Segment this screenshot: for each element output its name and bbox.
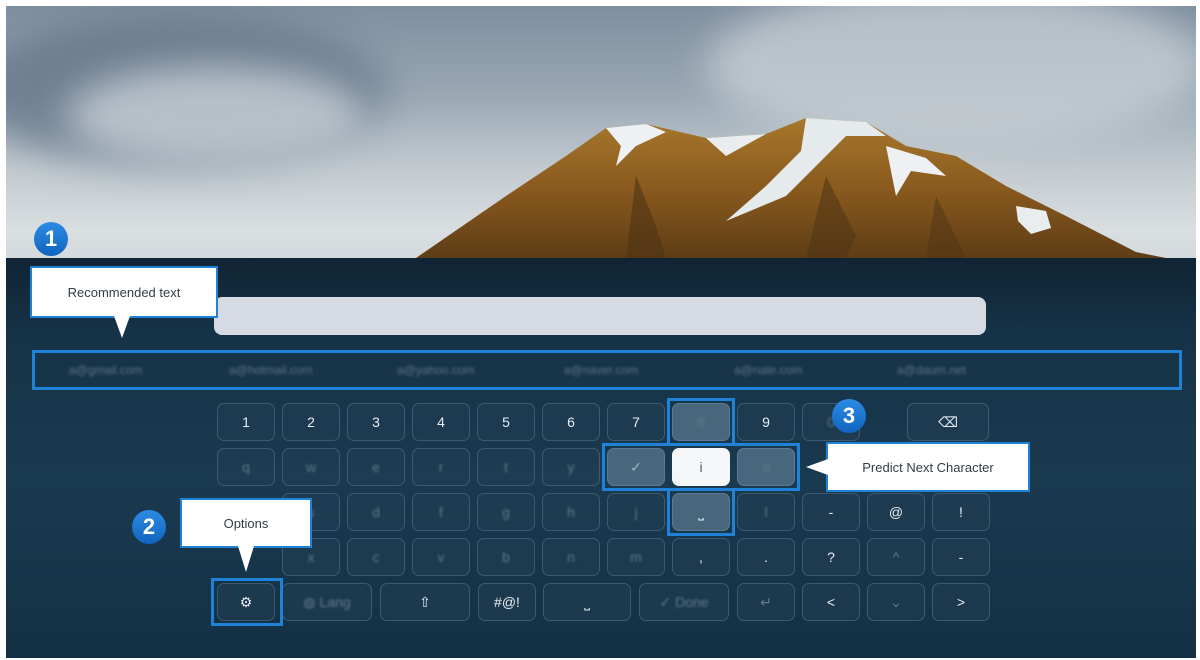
shift-key[interactable]: ⇧ <box>380 583 470 621</box>
globe-icon: ◍ <box>303 593 320 610</box>
key-w[interactable]: w <box>282 448 340 486</box>
backspace-key[interactable]: ⌫ <box>907 403 989 441</box>
language-key[interactable]: ◍ Lang <box>282 583 372 621</box>
options-callout: Options <box>180 498 312 548</box>
prediction-highlight-up <box>667 398 735 446</box>
key-v[interactable]: v <box>412 538 470 576</box>
callout-badge-3: 3 <box>832 399 866 433</box>
recommended-item[interactable]: a@gmail.com <box>69 363 143 377</box>
key-d[interactable]: d <box>347 493 405 531</box>
callout-badge-1: 1 <box>34 222 68 256</box>
recommended-text-bar: a@gmail.com a@hotmail.com a@yahoo.com a@… <box>32 350 1182 390</box>
done-key[interactable]: ✓ Done <box>639 583 729 621</box>
key-r[interactable]: r <box>412 448 470 486</box>
key-c[interactable]: c <box>347 538 405 576</box>
key-exclamation[interactable]: ! <box>932 493 990 531</box>
prediction-highlight-down <box>667 488 735 536</box>
predict-next-character-callout: Predict Next Character <box>826 442 1030 492</box>
key-2[interactable]: 2 <box>282 403 340 441</box>
key-h[interactable]: h <box>542 493 600 531</box>
key-f[interactable]: f <box>412 493 470 531</box>
prediction-highlight-row <box>602 443 800 491</box>
callout-badge-2: 2 <box>132 510 166 544</box>
down-arrow-key[interactable]: ⌄ <box>867 583 925 621</box>
key-6[interactable]: 6 <box>542 403 600 441</box>
key-4[interactable]: 4 <box>412 403 470 441</box>
key-t[interactable]: t <box>477 448 535 486</box>
key-j[interactable]: j <box>607 493 665 531</box>
options-highlight <box>211 578 283 626</box>
key-g[interactable]: g <box>477 493 535 531</box>
right-arrow-key[interactable]: > <box>932 583 990 621</box>
recommended-text-callout: Recommended text <box>30 266 218 318</box>
left-arrow-key[interactable]: < <box>802 583 860 621</box>
key-caret[interactable]: ^ <box>867 538 925 576</box>
space-key[interactable]: ⎵ <box>543 583 631 621</box>
key-dash[interactable]: - <box>802 493 860 531</box>
key-q[interactable]: q <box>217 448 275 486</box>
enter-key[interactable]: ↵ <box>737 583 795 621</box>
symbols-key[interactable]: #@! <box>478 583 536 621</box>
callout-pointer <box>238 546 254 572</box>
key-3[interactable]: 3 <box>347 403 405 441</box>
recommended-item[interactable]: a@yahoo.com <box>397 363 475 377</box>
key-5[interactable]: 5 <box>477 403 535 441</box>
key-e[interactable]: e <box>347 448 405 486</box>
recommended-item[interactable]: a@hotmail.com <box>229 363 313 377</box>
key-y[interactable]: y <box>542 448 600 486</box>
recommended-item[interactable]: a@daum.net <box>897 363 966 377</box>
key-7[interactable]: 7 <box>607 403 665 441</box>
recommended-item[interactable]: a@naver.com <box>564 363 638 377</box>
key-l[interactable]: l <box>737 493 795 531</box>
key-1[interactable]: 1 <box>217 403 275 441</box>
key-at[interactable]: @ <box>867 493 925 531</box>
callout-pointer <box>806 459 828 475</box>
text-input-field[interactable] <box>214 297 986 335</box>
key-b[interactable]: b <box>477 538 535 576</box>
key-m[interactable]: m <box>607 538 665 576</box>
key-minus[interactable]: - <box>932 538 990 576</box>
key-period[interactable]: . <box>737 538 795 576</box>
key-question[interactable]: ? <box>802 538 860 576</box>
key-comma[interactable]: , <box>672 538 730 576</box>
key-9[interactable]: 9 <box>737 403 795 441</box>
key-n[interactable]: n <box>542 538 600 576</box>
recommended-item[interactable]: a@nate.com <box>734 363 802 377</box>
callout-pointer <box>114 316 130 338</box>
tv-screen: a@gmail.com a@hotmail.com a@yahoo.com a@… <box>6 6 1196 658</box>
